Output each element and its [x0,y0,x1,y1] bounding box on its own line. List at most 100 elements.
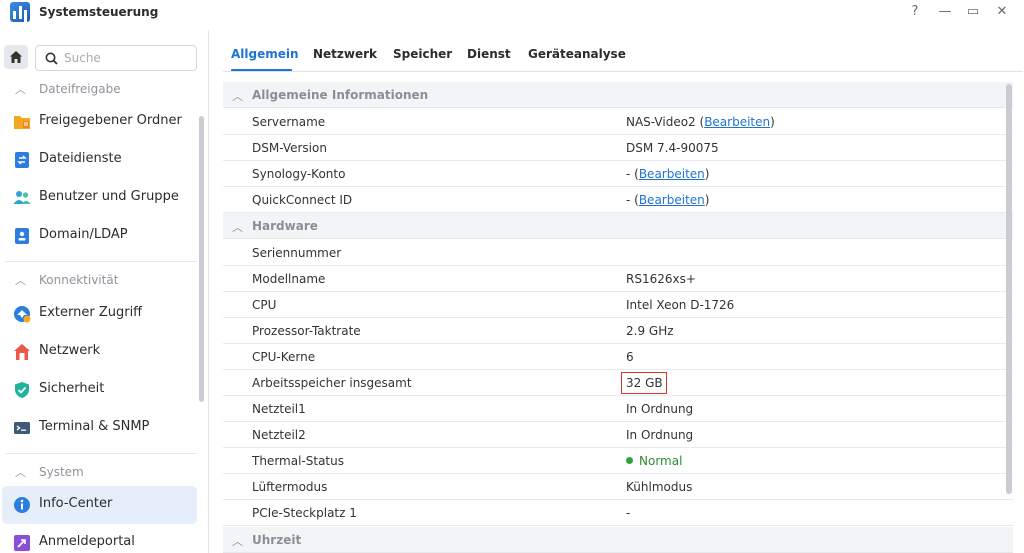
search-field[interactable] [35,45,197,71]
sidebar-item-login-portal[interactable]: Anmeldeportal [2,524,197,553]
row-value: 2.9 GHz [626,324,674,338]
table-row: Lüftermodus Kühlmodus [223,474,1013,500]
table-row: Netzteil2 In Ordnung [223,422,1013,448]
chevron-up-icon: ︿ [232,90,243,103]
sidebar-scrollbar[interactable] [199,116,204,402]
home-button[interactable] [4,45,28,69]
row-label: Netzteil1 [252,402,306,416]
row-value: - (Bearbeiten) [626,193,710,207]
info-content: ︿ Allgemeine Informationen Servername NA… [223,82,1013,553]
table-row: Synology-Konto - (Bearbeiten) [223,161,1013,187]
content-scrollbar[interactable] [1006,84,1012,494]
row-value: In Ordnung [626,402,694,416]
group-general-info[interactable]: ︿ Allgemeine Informationen [223,82,1013,108]
sidebar-item-file-services[interactable]: Dateidienste [2,141,197,179]
row-label: Servername [252,115,326,129]
table-row: DSM-Version DSM 7.4-90075 [223,135,1013,161]
row-label: Seriennummer [252,246,342,260]
row-value: RS1626xs+ [626,272,696,286]
tab-general[interactable]: Allgemein [231,47,299,61]
domain-icon [15,228,29,244]
chevron-up-icon: ︿ [232,535,243,548]
sidebar-item-domain-ldap[interactable]: Domain/LDAP [2,217,197,255]
row-label: Lüftermodus [252,480,328,494]
edit-link[interactable]: Bearbeiten [639,193,705,207]
sidebar-item-users-groups[interactable]: Benutzer und Gruppe [2,179,197,217]
table-row: Arbeitsspeicher insgesamt 32 GB [223,370,1013,396]
table-row: Thermal-Status Normal [223,448,1013,474]
sidebar-item-external-access[interactable]: Externer Zugriff [2,295,197,333]
search-icon [45,52,58,65]
search-input[interactable] [64,50,189,66]
tab-storage[interactable]: Speicher [393,47,452,61]
section-divider [5,261,197,262]
row-value: 6 [626,350,634,364]
edit-link[interactable]: Bearbeiten [704,115,770,129]
close-button[interactable]: ✕ [992,3,1012,21]
sidebar-item-security[interactable]: Sicherheit [2,371,197,409]
group-hardware[interactable]: ︿ Hardware [223,213,1013,239]
tab-service[interactable]: Dienst [467,47,511,61]
tab-device-analysis[interactable]: Geräteanalyse [528,47,626,61]
section-system[interactable]: ︿ System [15,463,84,481]
table-row: Prozessor-Taktrate 2.9 GHz [223,318,1013,344]
sidebar-item-terminal-snmp[interactable]: Terminal & SNMP [2,409,197,447]
row-value: - (Bearbeiten) [626,167,710,181]
chevron-up-icon: ︿ [15,274,26,287]
table-row: Seriennummer [223,240,1013,266]
row-value: Intel Xeon D-1726 [626,298,735,312]
row-label: Thermal-Status [252,454,344,468]
row-value: NAS-Video2 (Bearbeiten) [626,115,775,129]
table-row: CPU Intel Xeon D-1726 [223,292,1013,318]
status-ok-dot-icon [626,457,633,464]
row-label: Modellname [252,272,326,286]
section-file-sharing[interactable]: ︿ Dateifreigabe [15,80,121,98]
table-row: CPU-Kerne 6 [223,344,1013,370]
chevron-up-icon: ︿ [15,466,26,479]
tab-network[interactable]: Netzwerk [313,47,377,61]
sidebar-item-info-center[interactable]: Info-Center [2,486,197,524]
row-value: Normal [626,454,682,468]
shield-icon [15,382,29,398]
login-portal-icon [14,535,30,551]
help-button[interactable]: ? [905,3,925,21]
tab-bar: Allgemein Netzwerk Speicher Dienst Gerät… [209,30,1024,72]
control-panel-app-icon [10,2,30,22]
external-access-icon [14,306,31,323]
table-row: Netzteil1 In Ordnung [223,396,1013,422]
row-value: Kühlmodus [626,480,693,494]
minimize-button[interactable]: — [935,3,955,21]
row-value: In Ordnung [626,428,694,442]
row-value: DSM 7.4-90075 [626,141,719,155]
row-label: QuickConnect ID [252,193,353,207]
edit-link[interactable]: Bearbeiten [639,167,705,181]
terminal-icon [14,422,30,434]
maximize-button[interactable]: ▭ [963,3,983,21]
title-bar: Systemsteuerung ? — ▭ ✕ [0,0,1024,30]
section-connectivity[interactable]: ︿ Konnektivität [15,271,118,289]
row-label: Synology-Konto [252,167,346,181]
row-label: Arbeitsspeicher insgesamt [252,376,412,390]
group-time[interactable]: ︿ Uhrzeit [223,527,1013,553]
row-label: CPU [252,298,277,312]
folder-icon [14,116,30,129]
sidebar: ︿Dateifreigabe Freigegebener Ordner Date… [0,38,208,553]
chevron-up-icon: ︿ [232,221,243,234]
row-label: Netzteil2 [252,428,306,442]
row-label: Prozessor-Taktrate [252,324,361,338]
info-icon [14,497,30,513]
row-label: PCIe-Steckplatz 1 [252,506,357,520]
row-label: CPU-Kerne [252,350,316,364]
sidebar-item-shared-folder[interactable]: Freigegebener Ordner [2,103,197,141]
row-value: 32 GB [626,376,663,390]
users-icon [13,191,31,204]
section-divider [5,453,197,454]
thermal-status-text: Normal [639,454,683,468]
home-icon [10,51,22,63]
network-home-icon [14,344,30,360]
table-row: PCIe-Steckplatz 1 - [223,500,1013,526]
main-panel: Allgemein Netzwerk Speicher Dienst Gerät… [208,30,1024,553]
tab-divider [223,71,1023,72]
sidebar-item-network[interactable]: Netzwerk [2,333,197,371]
table-row: Modellname RS1626xs+ [223,266,1013,292]
